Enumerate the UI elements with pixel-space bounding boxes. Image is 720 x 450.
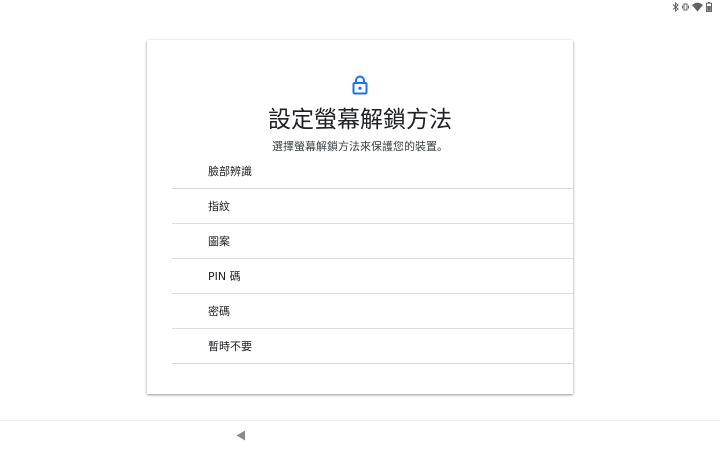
option-password[interactable]: 密碼 [172,294,573,329]
page-title: 設定螢幕解鎖方法 [268,107,452,133]
battery-icon [706,2,712,12]
nav-bar-divider [0,420,720,421]
option-label: PIN 碼 [208,270,241,283]
bluetooth-icon [672,2,679,12]
option-label: 臉部辨識 [208,165,252,178]
wifi-icon [692,2,703,12]
option-face-unlock[interactable]: 臉部辨識 [172,154,573,189]
back-button[interactable] [234,428,248,442]
option-label: 密碼 [208,305,230,318]
back-triangle-icon [236,426,246,445]
option-label: 暫時不要 [208,340,252,353]
unlock-options-list: 臉部辨識 指紋 圖案 PIN 碼 密碼 暫時不要 [172,154,573,364]
option-fingerprint[interactable]: 指紋 [172,189,573,224]
status-bar [652,0,720,14]
option-skip[interactable]: 暫時不要 [172,329,573,364]
lock-icon [351,75,369,95]
option-label: 指紋 [208,200,230,213]
option-pin[interactable]: PIN 碼 [172,259,573,294]
option-label: 圖案 [208,235,230,248]
page-subtitle: 選擇螢幕解鎖方法來保護您的裝置。 [272,140,448,153]
vibrate-icon [682,2,689,12]
screen-lock-card: 設定螢幕解鎖方法 選擇螢幕解鎖方法來保護您的裝置。 臉部辨識 指紋 圖案 PIN… [147,40,573,394]
option-pattern[interactable]: 圖案 [172,224,573,259]
